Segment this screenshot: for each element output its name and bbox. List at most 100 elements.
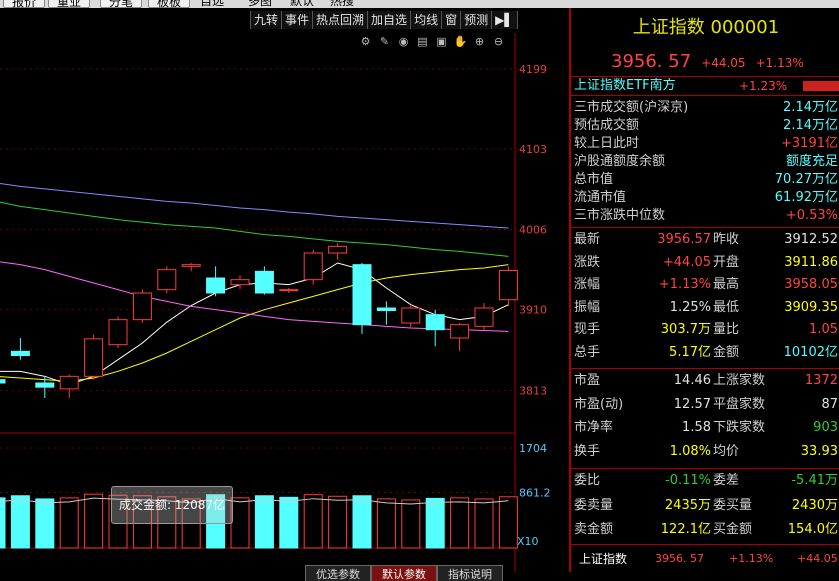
info-label: 较上日此时 (574, 136, 640, 151)
volume-tick-label: 861.2 (519, 487, 551, 500)
quote-value: 33.93 (800, 443, 838, 459)
candle-body (10, 350, 30, 357)
etf-name[interactable]: 上证指数ETF南方 (574, 77, 676, 95)
row-separator (571, 368, 839, 369)
info-value: +0.53% (785, 208, 838, 223)
top-menu-item[interactable]: 分笔 (100, 0, 143, 8)
pen-icon[interactable]: ✎ (377, 34, 392, 49)
candle-body (59, 375, 79, 390)
price-tick-label: 4199 (519, 63, 547, 76)
indicator-tab[interactable]: 默认参数 (371, 565, 437, 581)
quote-value: +44.05 (662, 254, 711, 270)
toolbar-button[interactable]: 九转 (250, 11, 282, 29)
quote-label: 卖金额 (574, 522, 614, 537)
kline-chart-panel[interactable]: 4199 4103 4006 3910 3813 1704 861.2 X10 九转 事件 热点回… (0, 8, 569, 581)
quote-label: 涨幅 (574, 277, 601, 292)
candle-body (157, 269, 177, 291)
quote-label: 振幅 (574, 299, 601, 315)
volume-bar (303, 494, 323, 549)
candle-body (230, 279, 250, 286)
price-change-pct: +1.13% (755, 56, 804, 70)
etf-bar (803, 81, 839, 91)
candle-body (108, 319, 128, 346)
quote-value: 303.7万 (660, 322, 711, 337)
toolbar-button[interactable]: 加自选 (367, 11, 411, 29)
info-value: 2.14万亿 (783, 100, 838, 115)
volume-bar (328, 495, 348, 549)
chart-tools: ⚙ ✎ ◉ ▤ ▣ ✋ ⊕ ⊖ (358, 34, 506, 49)
candle-body (303, 252, 323, 281)
candle-body (352, 264, 372, 326)
quote-value: 3911.86 (784, 254, 838, 270)
quote-value: -0.11% (665, 473, 711, 488)
volume-bar (425, 497, 445, 549)
volume-bar (401, 499, 421, 549)
volume-bar (474, 498, 494, 549)
quote-value: 3912.52 (784, 232, 838, 247)
candle-body (132, 292, 152, 321)
hand-icon[interactable]: ✋ (453, 34, 468, 49)
volume-bar (254, 495, 274, 549)
footer-name: 上证指数 (579, 552, 628, 566)
candle-body (206, 277, 226, 294)
info-label: 三市成交额(沪深京) (574, 100, 689, 115)
candle-body (474, 307, 494, 327)
moving-average-line (0, 201, 509, 257)
collapse-arrow-icon[interactable]: ▶▌ (491, 11, 518, 29)
quote-value: 3958.05 (784, 277, 838, 292)
quote-label: 委卖量 (574, 497, 614, 513)
quote-value: 903 (813, 420, 838, 435)
toolbar-button[interactable]: 预测 (460, 11, 492, 29)
toolbar-button[interactable]: 窗 (441, 11, 461, 29)
kline-chart-svg[interactable]: 4199 4103 4006 3910 3813 1704 861.2 X10 (0, 8, 569, 572)
quote-label: 均价 (713, 443, 740, 459)
info-value: 额度充足 (785, 154, 838, 169)
quote-label: 委比 (574, 473, 601, 488)
candle-body (254, 270, 274, 294)
quote-value: 1.58 (682, 420, 711, 435)
quote-label: 量比 (713, 322, 740, 337)
volume-bar (230, 497, 250, 549)
indicator-tab[interactable]: 优选参数 (305, 565, 371, 581)
top-menu-item[interactable]: 自选 (200, 0, 224, 8)
quote-label: 总手 (574, 344, 601, 360)
quote-label: 现手 (574, 322, 601, 337)
trash-icon[interactable]: ▤ (415, 34, 430, 49)
price-change: +44.05 (701, 56, 746, 70)
etf-link[interactable]: 上证指数ETF南方 +1.23% (571, 76, 839, 96)
settings-icon[interactable]: ⚙ (358, 34, 373, 49)
top-menu-item[interactable]: 默认 (290, 0, 314, 8)
last-price: 3956. 57 (611, 51, 692, 72)
toolbar-button[interactable]: 事件 (281, 11, 313, 29)
lock-icon[interactable]: ▣ (434, 34, 449, 49)
info-label: 沪股通额度余额 (574, 154, 666, 169)
top-menu-item[interactable]: 重业 (48, 0, 91, 8)
quote-label: 最新 (574, 232, 601, 247)
top-menu-item[interactable]: 板板 (148, 0, 191, 8)
volume-multiplier: X10 (517, 535, 539, 548)
volume-bar (59, 497, 79, 549)
quote-label: 金额 (713, 344, 740, 360)
footer-pct: +1.13% (729, 552, 774, 565)
indicator-tabs: 优选参数 默认参数 指标说明 (305, 565, 503, 581)
top-menu-item[interactable]: 多图 (248, 0, 272, 8)
zoom-out-icon[interactable]: ⊖ (491, 34, 506, 49)
top-menu-item[interactable]: 热搜 (330, 0, 354, 8)
footer-ticker: 上证指数 3956. 57 +1.13% +44.05 (571, 544, 839, 572)
indicator-tab[interactable]: 指标说明 (437, 565, 503, 581)
quote-label: 最高 (713, 277, 740, 292)
price-tick-label: 4103 (519, 143, 547, 156)
candle-body (498, 270, 518, 301)
top-menu-item[interactable]: 报价 (3, 0, 46, 8)
candle-body (425, 314, 445, 331)
info-value: 2.14万亿 (783, 118, 838, 133)
volume-bar (498, 496, 518, 549)
top-menu-bar: 报价 重业 分笔 板板 自选 多图 默认 热搜 (0, 0, 839, 8)
quote-value: 1.08% (669, 443, 711, 459)
toolbar-button[interactable]: 均线 (410, 11, 442, 29)
info-label: 流通市值 (574, 190, 627, 205)
zoom-in-icon[interactable]: ⊕ (472, 34, 487, 49)
eye-icon[interactable]: ◉ (396, 34, 411, 49)
toolbar-button[interactable]: 热点回溯 (312, 11, 368, 29)
quote-label: 换手 (574, 443, 601, 459)
